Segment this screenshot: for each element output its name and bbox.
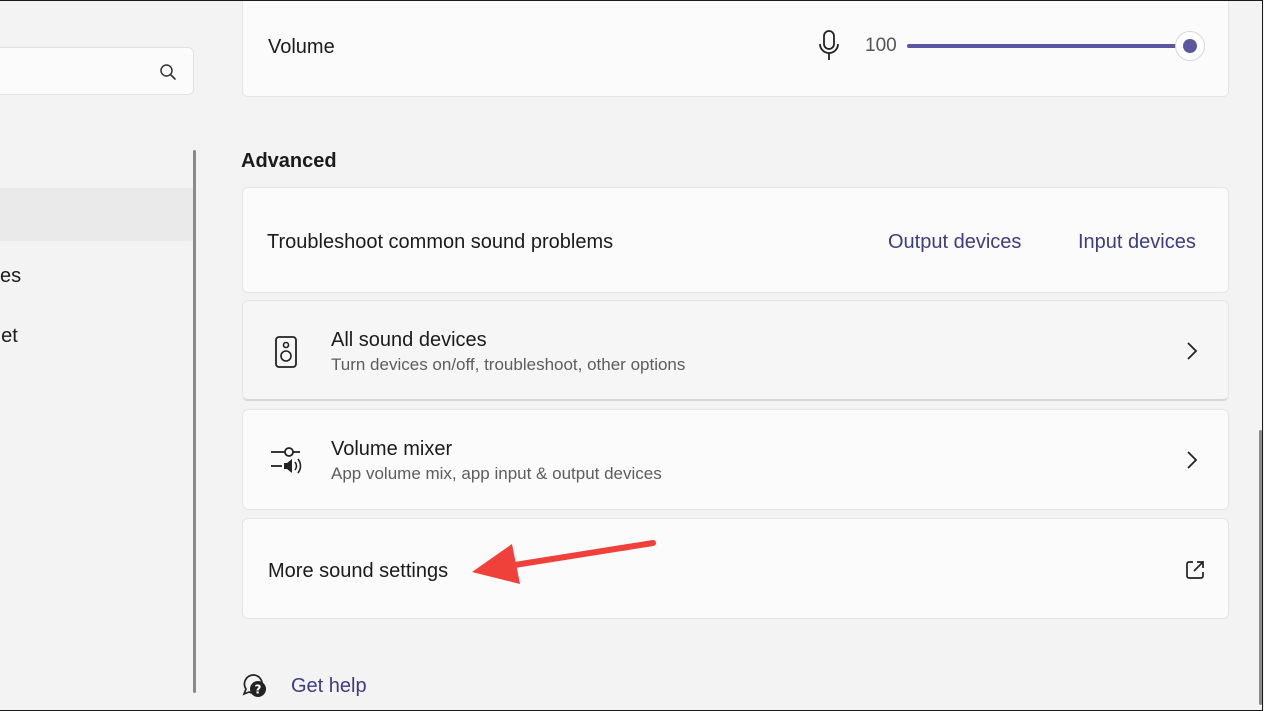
volume-value: 100 <box>865 35 897 56</box>
search-input[interactable] <box>0 47 194 95</box>
volume-label: Volume <box>268 36 335 58</box>
search-icon <box>159 63 177 86</box>
get-help-link[interactable]: Get help <box>291 675 367 698</box>
more-sound-settings-label: More sound settings <box>268 560 449 582</box>
all-sound-devices-title: All sound devices <box>331 329 487 351</box>
input-devices-link[interactable]: Input devices <box>1078 231 1196 254</box>
input-volume-card: Volume 100 <box>242 0 1229 97</box>
svg-text:?: ? <box>255 683 262 697</box>
troubleshoot-label: Troubleshoot common sound problems <box>267 231 614 253</box>
external-link-icon <box>1184 559 1206 586</box>
volume-mixer-subtitle: App volume mix, app input & output devic… <box>331 464 662 483</box>
sidebar-item-devices[interactable]: ces <box>0 265 21 288</box>
output-devices-link[interactable]: Output devices <box>888 231 1021 254</box>
sidebar-item-selected[interactable] <box>0 188 194 241</box>
volume-slider-track[interactable] <box>907 44 1190 48</box>
volume-mixer-row[interactable]: Volume mixer App volume mix, app input &… <box>242 409 1229 510</box>
annotation-arrow-icon <box>470 536 660 593</box>
volume-slider-thumb[interactable] <box>1175 31 1205 61</box>
troubleshoot-card: Troubleshoot common sound problems Outpu… <box>242 187 1229 293</box>
mixer-icon <box>269 444 303 483</box>
help-icon: ? <box>242 673 268 704</box>
chevron-right-icon <box>1185 450 1199 475</box>
main-scrollbar[interactable] <box>1259 430 1262 705</box>
speaker-icon <box>269 335 303 374</box>
section-title-advanced: Advanced <box>241 150 337 172</box>
microphone-icon <box>818 30 840 67</box>
sidebar-scrollbar[interactable] <box>193 150 196 693</box>
all-sound-devices-subtitle: Turn devices on/off, troubleshoot, other… <box>331 355 686 374</box>
more-sound-settings-row[interactable]: More sound settings <box>242 518 1229 619</box>
sidebar-item-network[interactable]: net <box>0 325 18 348</box>
chevron-right-icon <box>1185 341 1199 366</box>
all-sound-devices-row[interactable]: All sound devices Turn devices on/off, t… <box>242 300 1229 401</box>
volume-mixer-title: Volume mixer <box>331 438 453 460</box>
